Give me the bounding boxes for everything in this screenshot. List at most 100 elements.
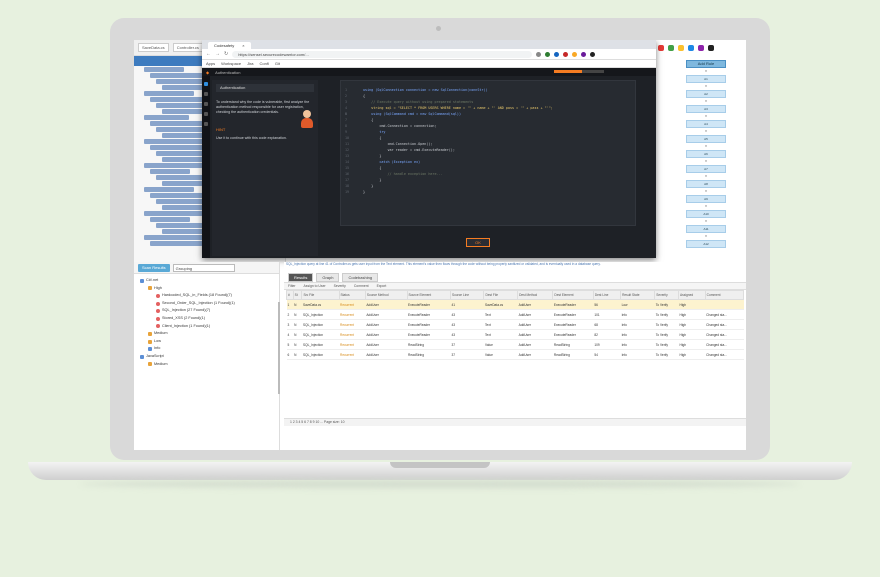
findings-tab[interactable]: Results bbox=[288, 272, 314, 282]
extension-icon[interactable] bbox=[581, 51, 587, 57]
findings-toolbar: Filter Assign to User Severity Comment Expor… bbox=[284, 282, 746, 290]
tree-node[interactable]: SQL_Injection (27 Found)(7) bbox=[136, 307, 277, 315]
column-header[interactable]: Result State bbox=[620, 290, 656, 300]
table-cell: SQL_Injection bbox=[301, 349, 340, 360]
rule-item[interactable]: A3 bbox=[686, 105, 726, 113]
tree-node[interactable]: Client_Injection (1 Found)(1) bbox=[136, 323, 277, 331]
rail-item[interactable] bbox=[204, 102, 208, 106]
rule-item[interactable]: A6 bbox=[686, 150, 726, 158]
rail-item[interactable] bbox=[204, 122, 208, 126]
toolbar-button[interactable]: Comment bbox=[354, 283, 369, 289]
rule-item[interactable]: A10 bbox=[686, 210, 726, 218]
tree-node[interactable]: Second_Order_SQL_Injection (1 Found)(1) bbox=[136, 300, 277, 308]
extension-icon[interactable] bbox=[572, 51, 578, 57]
scan-results-button[interactable]: Scan Results bbox=[138, 263, 170, 272]
star-icon[interactable] bbox=[536, 51, 542, 57]
tree-node[interactable]: JavaScript bbox=[136, 353, 277, 361]
tree-node[interactable]: Medium bbox=[136, 361, 277, 369]
table-cell: 43 bbox=[450, 329, 484, 340]
column-header[interactable]: Source Line bbox=[449, 290, 485, 300]
bookmark-item[interactable]: Git bbox=[275, 61, 280, 66]
settings-icon[interactable] bbox=[688, 45, 694, 51]
bookmark-item[interactable]: Workspace bbox=[221, 61, 241, 66]
tree-node[interactable]: Hardcoded_SQL_in_Fields (18 Found)(7) bbox=[136, 292, 277, 300]
column-header[interactable]: St bbox=[292, 290, 303, 300]
reload-icon[interactable]: ↻ bbox=[224, 51, 228, 57]
rail-item[interactable] bbox=[204, 82, 208, 86]
column-header[interactable]: Dest Method bbox=[517, 290, 554, 300]
findings-tab[interactable]: Graph bbox=[316, 272, 340, 282]
tree-node[interactable]: Stored_XSS (2 Found)(1) bbox=[136, 315, 277, 323]
editor-tab[interactable]: SaveData.cs bbox=[138, 43, 169, 52]
warning-icon[interactable] bbox=[678, 45, 684, 51]
column-header[interactable]: Src File bbox=[301, 290, 340, 300]
column-header[interactable]: Assigned bbox=[678, 290, 706, 300]
tree-node[interactable]: Low bbox=[136, 338, 277, 346]
pager[interactable]: 1 2 3 4 5 6 7 8 9 10 ... Page size: 10 bbox=[284, 418, 746, 426]
extension-icon[interactable] bbox=[545, 51, 551, 57]
table-row[interactable]: 2 N SQL_Injection Recurrent AddUser ExecuteRe… bbox=[286, 309, 744, 320]
editor-tab[interactable]: Controller.cs bbox=[172, 43, 203, 52]
rule-item[interactable]: A8 bbox=[686, 180, 726, 188]
tree-node[interactable]: Medium bbox=[136, 330, 277, 338]
table-cell: ExecuteReader bbox=[407, 329, 451, 340]
forward-arrow-icon[interactable]: → bbox=[215, 51, 220, 57]
table-row[interactable]: 1 N SaveData.cs Recurrent AddUser ExecuteRead… bbox=[286, 299, 744, 310]
toolbar-button[interactable]: Assign to User bbox=[304, 283, 326, 289]
bookmark-item[interactable]: Apps bbox=[206, 61, 215, 66]
plugin-icon[interactable] bbox=[698, 45, 704, 51]
rule-item[interactable]: A7 bbox=[686, 165, 726, 173]
close-icon[interactable]: × bbox=[242, 42, 244, 49]
rule-item[interactable]: A5 bbox=[686, 135, 726, 143]
run-icon[interactable] bbox=[668, 45, 674, 51]
add-rule-button[interactable]: Add Rule bbox=[686, 60, 726, 68]
column-header[interactable]: Dest Line bbox=[592, 290, 622, 300]
table-cell: ReadString bbox=[552, 349, 594, 360]
back-arrow-icon[interactable]: ← bbox=[206, 51, 211, 57]
menu-icon[interactable] bbox=[590, 51, 596, 57]
gear-icon[interactable] bbox=[708, 45, 714, 51]
grouping-select[interactable]: Grouping bbox=[172, 263, 235, 272]
toolbar-button[interactable]: Filter bbox=[288, 283, 296, 289]
scrollbar[interactable] bbox=[278, 302, 280, 394]
table-row[interactable]: 4 N SQL_Injection Recurrent AddUser ExecuteRe… bbox=[286, 329, 744, 340]
column-header[interactable]: # bbox=[286, 290, 294, 300]
bookmark-item[interactable]: Confl bbox=[260, 61, 269, 66]
column-header[interactable]: Source Method bbox=[364, 290, 408, 300]
tree-node[interactable]: Info bbox=[136, 345, 277, 353]
extension-icon[interactable] bbox=[554, 51, 560, 57]
column-header[interactable]: Severity bbox=[654, 290, 680, 300]
rail-item[interactable] bbox=[204, 92, 208, 96]
rule-item[interactable]: A11 bbox=[686, 225, 726, 233]
findings-tab[interactable]: Codebashing bbox=[342, 272, 379, 282]
browser-tab[interactable]: Codesafety × bbox=[208, 42, 251, 49]
column-header[interactable]: Status bbox=[338, 290, 366, 300]
app-nav-item[interactable]: Authentication bbox=[215, 70, 240, 75]
toolbar-button[interactable]: Severity bbox=[334, 283, 346, 289]
rule-item[interactable]: A12 bbox=[686, 240, 726, 248]
table-row[interactable]: 6 N SQL_Injection Recurrent AddUser ReadStrin… bbox=[286, 349, 744, 360]
tree-node[interactable]: High bbox=[136, 285, 277, 293]
bookmark-item[interactable]: Jira bbox=[247, 61, 253, 66]
column-header[interactable]: Dest Element bbox=[552, 290, 594, 300]
table-row[interactable]: 3 N SQL_Injection Recurrent AddUser ExecuteRe… bbox=[286, 319, 744, 330]
table-cell: High bbox=[678, 299, 706, 310]
code-viewer[interactable]: 1 using (SqlConnection connection = new S… bbox=[340, 80, 636, 226]
column-header[interactable]: Comment bbox=[704, 290, 745, 300]
extension-icon[interactable] bbox=[563, 51, 569, 57]
ok-button[interactable]: OK bbox=[466, 238, 490, 247]
toolbar-button[interactable]: Export bbox=[377, 283, 387, 289]
rail-item[interactable] bbox=[204, 112, 208, 116]
address-bar[interactable]: https://sensei.securecodewarrior.com/... bbox=[232, 50, 533, 58]
rule-item[interactable]: A1 bbox=[686, 75, 726, 83]
table-cell: 6 bbox=[286, 349, 294, 360]
table-cell: AddUser bbox=[517, 299, 553, 310]
rule-item[interactable]: A4 bbox=[686, 120, 726, 128]
tree-node[interactable]: C#/.net bbox=[136, 277, 277, 285]
rule-item[interactable]: A9 bbox=[686, 195, 726, 203]
column-header[interactable]: Source Element bbox=[406, 290, 451, 300]
rule-item[interactable]: A2 bbox=[686, 90, 726, 98]
record-icon[interactable] bbox=[658, 45, 664, 51]
column-header[interactable]: Dest File bbox=[483, 290, 519, 300]
table-row[interactable]: 5 N SQL_Injection Recurrent AddUser ReadStrin… bbox=[286, 339, 744, 350]
